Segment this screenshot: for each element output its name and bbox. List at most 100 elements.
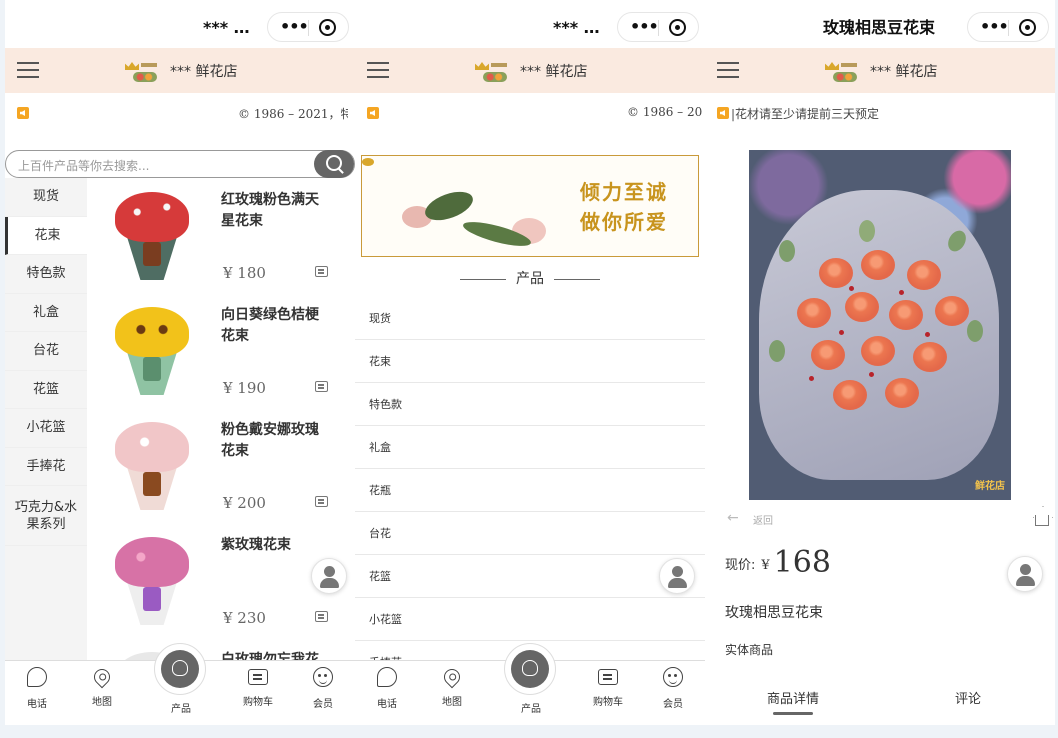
hamburger-menu-icon[interactable] [717,62,739,79]
nav-phone[interactable]: 电话 [12,667,62,710]
product-name[interactable]: 紫玫瑰花束 [221,535,331,556]
add-to-cart-icon[interactable] [315,266,328,277]
category-item[interactable]: 巧克力&水果系列 [5,486,87,546]
product-card[interactable]: 粉色戴安娜玫瑰花束 ¥ 200 [87,408,355,523]
notice-bar: © 1986 – 202 [355,93,705,135]
menu-item[interactable]: 花瓶 [355,469,705,512]
close-miniprogram-icon[interactable] [669,19,686,36]
shop-name: *** 鲜花店 [170,64,238,80]
more-icon[interactable]: ••• [280,17,309,36]
more-icon[interactable]: ••• [980,17,1009,36]
search-input[interactable]: 上百件产品等你去搜索... [18,157,149,174]
screen-product-detail: 玫瑰相思豆花束 ••• *** 鲜花店 |花材请至少请提前三天预定 鲜花店 ← … [705,0,1055,725]
category-item[interactable]: 花篮 [5,371,87,409]
product-name[interactable]: 红玫瑰粉色满天星花束 [221,190,331,232]
nav-cart[interactable]: 购物车 [233,667,283,708]
shop-name: *** 鲜花店 [870,64,938,80]
nav-member[interactable]: 会员 [298,667,348,710]
capsule-menu[interactable]: ••• [267,12,349,42]
flower-icon [511,650,549,688]
nav-product[interactable]: 产品 [504,643,556,715]
menu-item[interactable]: 现货 [355,297,705,340]
capsule-menu[interactable]: ••• [617,12,699,42]
member-smile-icon [663,667,683,687]
tab-product-details[interactable]: 商品详情 [767,688,819,707]
phone-icon [27,667,47,687]
screen-category-list: *** 鲜… ••• *** 鲜花店 © 1986 – 2021，特别 上百件产… [5,0,355,725]
add-to-cart-icon[interactable] [315,611,328,622]
product-price: ¥ 230 [223,609,266,627]
category-menu: 现货 花束 特色款 礼盒 花瓶 台花 花篮 小花篮 手捧花 [355,297,705,684]
nav-map[interactable]: 地图 [427,665,477,708]
menu-item[interactable]: 特色款 [355,383,705,426]
menu-item[interactable]: 台花 [355,512,705,555]
price-label: 现价: [725,558,756,573]
speaker-icon [17,107,29,119]
cart-icon [598,669,618,685]
search-bar[interactable]: 上百件产品等你去搜索... [5,150,355,178]
tab-reviews[interactable]: 评论 [955,688,981,707]
banner-slogan-line1: 倾力至诚 [580,180,668,204]
home-icon[interactable] [1031,506,1053,528]
search-button[interactable] [314,150,354,178]
nav-product[interactable]: 产品 [154,643,206,715]
close-miniprogram-icon[interactable] [1019,19,1036,36]
section-title-text: 产品 [516,271,544,287]
product-card[interactable]: 红玫瑰粉色满天星花束 ¥ 180 [87,178,355,293]
product-name[interactable]: 白玫瑰勿忘我花 [221,650,331,660]
category-item[interactable]: 特色款 [5,255,87,294]
product-price: ¥ 190 [223,379,266,397]
profile-avatar-button[interactable] [1007,556,1043,592]
add-to-cart-icon[interactable] [315,496,328,507]
speaker-icon [367,107,379,119]
nav-cart[interactable]: 购物车 [583,667,633,708]
category-item[interactable]: 现货 [5,178,87,217]
flower-icon [161,650,199,688]
nav-label: 产品 [171,704,191,715]
nav-label: 地图 [442,697,462,708]
product-photo[interactable]: 鲜花店 [749,150,1011,500]
product-card[interactable]: 白玫瑰勿忘我花 [87,638,355,660]
category-item[interactable]: 小花篮 [5,409,87,448]
menu-item[interactable]: 小花篮 [355,598,705,641]
nav-phone[interactable]: 电话 [362,667,412,710]
menu-item[interactable]: 花束 [355,340,705,383]
promo-banner[interactable]: 倾力至诚 做你所爱 [361,155,699,257]
hamburger-menu-icon[interactable] [367,62,389,79]
bottom-nav: 电话 地图 产品 购物车 会员 [5,643,355,725]
product-name[interactable]: 粉色戴安娜玫瑰花束 [221,420,331,462]
product-image[interactable] [107,299,197,399]
back-link[interactable]: 返回 [753,512,773,527]
category-item[interactable]: 礼盒 [5,294,87,332]
nav-member[interactable]: 会员 [648,667,698,710]
product-type: 实体商品 [725,643,774,657]
product-price: ¥ 200 [223,494,266,512]
product-image[interactable] [107,184,197,284]
profile-avatar-button[interactable] [311,558,347,594]
more-icon[interactable]: ••• [630,17,659,36]
menu-item[interactable]: 花篮 [355,555,705,598]
price-row: 现价: ¥168 [725,545,831,580]
phone-icon [377,667,397,687]
active-tab-indicator [773,712,813,715]
shop-logo [471,60,509,84]
nav-map[interactable]: 地图 [77,665,127,708]
hamburger-menu-icon[interactable] [17,62,39,79]
page-title: *** 鲜… [553,18,615,37]
capsule-menu[interactable]: ••• [967,12,1049,42]
product-card[interactable]: 向日葵绿色桔梗花束 ¥ 190 [87,293,355,408]
product-name[interactable]: 向日葵绿色桔梗花束 [221,305,331,347]
add-to-cart-icon[interactable] [315,381,328,392]
profile-avatar-button[interactable] [659,558,695,594]
menu-item[interactable]: 礼盒 [355,426,705,469]
product-image[interactable] [107,529,197,629]
nav-label: 电话 [27,699,47,710]
product-image[interactable] [107,414,197,514]
close-miniprogram-icon[interactable] [319,19,336,36]
category-item[interactable]: 台花 [5,332,87,371]
back-arrow-icon[interactable]: ← [727,510,739,526]
price-value: 168 [773,545,831,580]
category-item-active[interactable]: 花束 [5,216,87,255]
nav-label: 会员 [313,699,333,710]
category-item[interactable]: 手捧花 [5,448,87,486]
